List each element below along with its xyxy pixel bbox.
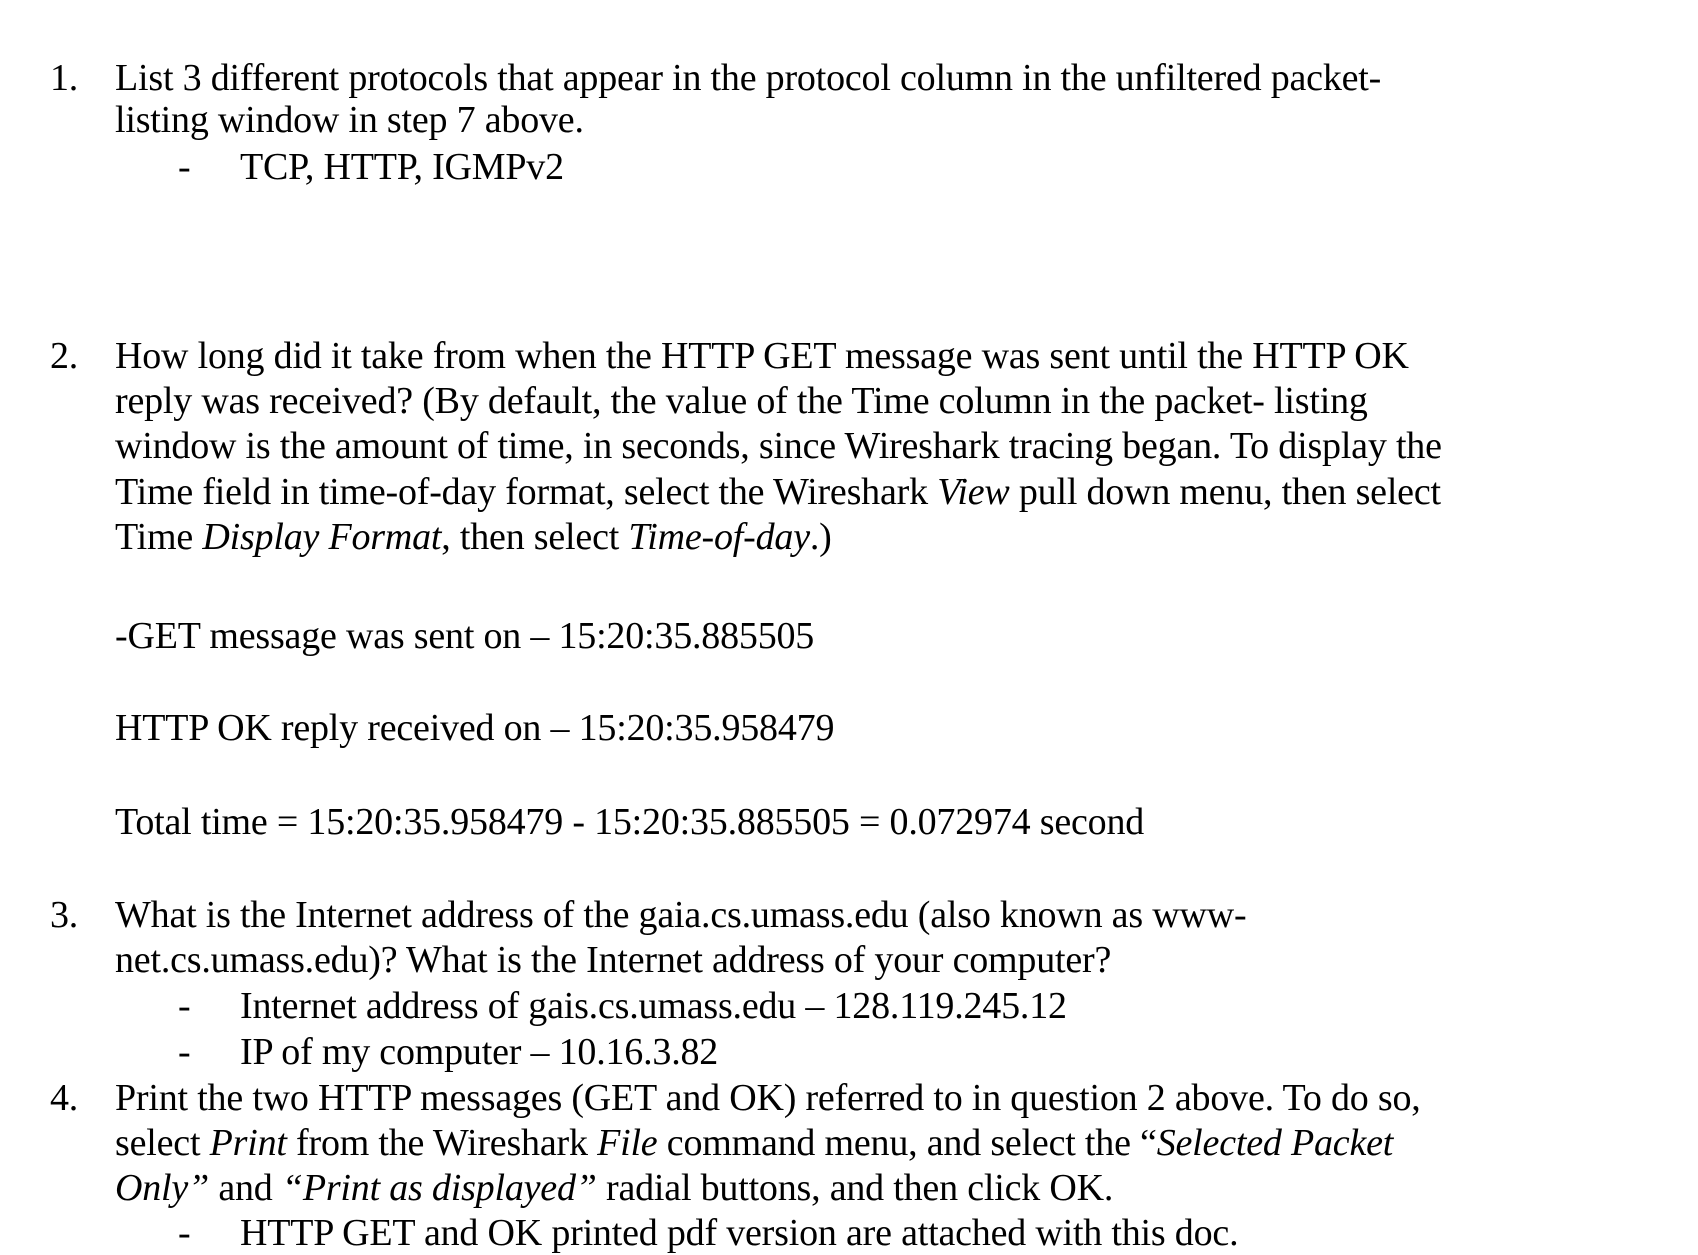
q2-line5-part5: .) — [809, 516, 832, 558]
q2-line4-view: View — [937, 471, 1010, 513]
q3-answer-2: IP of my computer – 10.16.3.82 — [240, 1031, 719, 1073]
q4-text-line2: select Print from the Wireshark File com… — [115, 1121, 1393, 1165]
q2-line4-part1: Time field in time-of-day format, select… — [115, 471, 938, 513]
document-page: 1. List 3 different protocols that appea… — [0, 0, 1698, 1254]
q1-answer: TCP, HTTP, IGMPv2 — [240, 146, 564, 188]
q2-line5-part3: , then select — [441, 516, 629, 558]
q2-text-line4: Time field in time-of-day format, select… — [115, 470, 1441, 514]
q2-line4-part3: pull down menu, then select — [1009, 471, 1441, 513]
q4-line2-part3: from the Wireshark — [286, 1122, 598, 1164]
q1-number: 1. — [50, 57, 79, 99]
q4-line2-part5: command menu, and select the “ — [657, 1122, 1157, 1164]
q2-ok-received: HTTP OK reply received on – 15:20:35.958… — [115, 707, 835, 749]
q1-bullet: - — [178, 146, 191, 188]
q1-text-line2: listing window in step 7 above. — [115, 99, 584, 141]
q4-bullet: - — [178, 1212, 191, 1254]
q3-answer-1: Internet address of gais.cs.umass.edu – … — [240, 985, 1067, 1027]
q2-total-time: Total time = 15:20:35.958479 - 15:20:35.… — [115, 801, 1145, 843]
q4-line2-print: Print — [209, 1122, 287, 1164]
q3-bullet-2: - — [178, 1031, 191, 1073]
q2-get-sent: -GET message was sent on – 15:20:35.8855… — [115, 615, 815, 657]
q4-number: 4. — [50, 1077, 79, 1119]
q2-number: 2. — [50, 335, 79, 377]
q2-text-line5: Time Display Format, then select Time-of… — [115, 515, 832, 559]
q2-line5-time-of-day: Time-of-day — [628, 516, 810, 558]
q4-text-line3: Only” and “Print as displayed” radial bu… — [115, 1166, 1113, 1210]
q4-line2-file: File — [597, 1122, 658, 1164]
q4-line3-part4: radial buttons, and then click OK. — [596, 1167, 1114, 1209]
q4-answer: HTTP GET and OK printed pdf version are … — [240, 1212, 1239, 1254]
q1-text-line1: List 3 different protocols that appear i… — [115, 57, 1382, 99]
q4-line3-part2: and — [209, 1167, 282, 1209]
q3-number: 3. — [50, 894, 79, 936]
q2-line5-part1: Time — [115, 516, 203, 558]
q2-text-line1: How long did it take from when the HTTP … — [115, 335, 1409, 377]
q2-line5-display-format: Display Format — [202, 516, 442, 558]
q4-line3-print-as-displayed: “Print as displayed” — [281, 1167, 597, 1209]
q4-line2-selected-packet: Selected Packet — [1156, 1122, 1394, 1164]
q2-text-line2: reply was received? (By default, the val… — [115, 380, 1368, 422]
q3-text-line1: What is the Internet address of the gaia… — [115, 894, 1247, 936]
q2-text-line3: window is the amount of time, in seconds… — [115, 425, 1442, 467]
q4-line2-part1: select — [115, 1122, 210, 1164]
q4-text-line1: Print the two HTTP messages (GET and OK)… — [115, 1077, 1421, 1119]
q3-text-line2: net.cs.umass.edu)? What is the Internet … — [115, 939, 1112, 981]
q3-bullet-1: - — [178, 985, 191, 1027]
q4-line3-only: Only” — [115, 1167, 210, 1209]
